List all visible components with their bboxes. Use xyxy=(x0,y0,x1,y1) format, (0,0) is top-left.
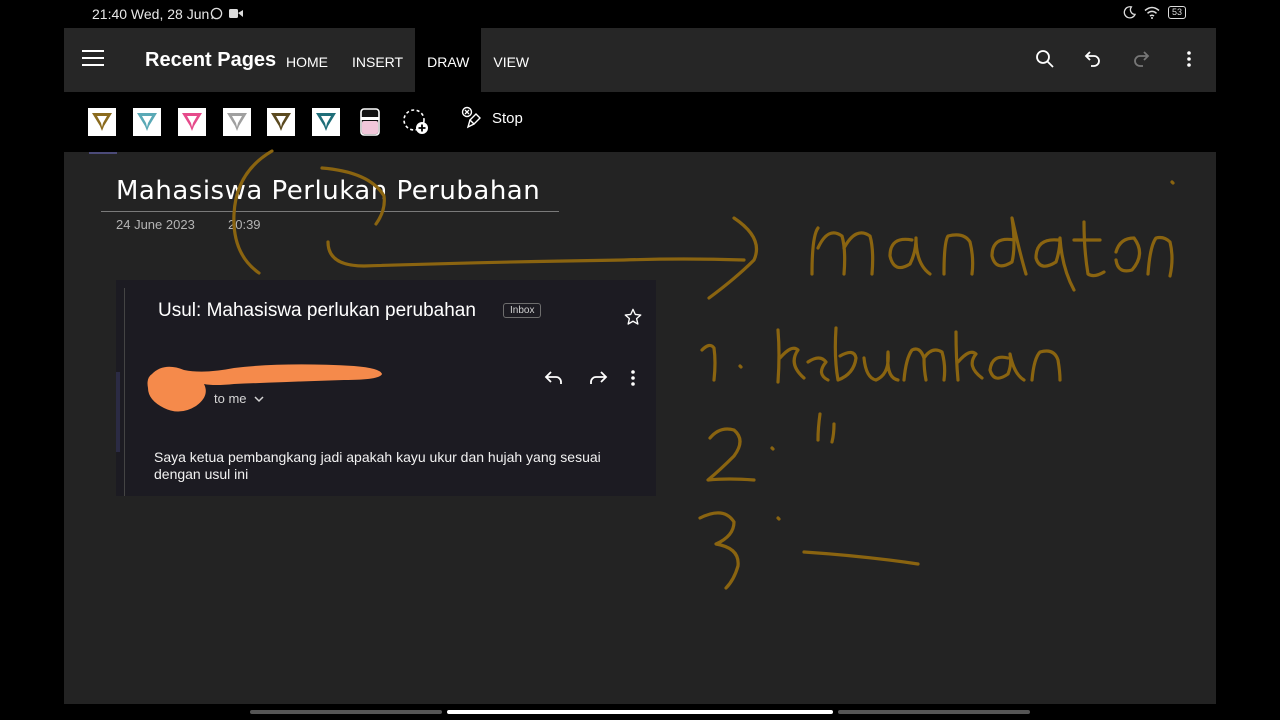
status-time: 21:40 Wed, 28 Jun xyxy=(92,6,210,22)
pen-brown-icon[interactable] xyxy=(88,108,116,136)
whatsapp-icon xyxy=(210,7,223,20)
search-icon[interactable] xyxy=(1032,46,1058,72)
wifi-icon xyxy=(1144,6,1160,19)
reply-icon[interactable] xyxy=(542,366,566,390)
inbox-badge: Inbox xyxy=(503,303,542,318)
lasso-add-icon[interactable] xyxy=(402,108,430,136)
hamburger-menu-icon[interactable] xyxy=(82,50,104,68)
nav-bar-segment-left xyxy=(250,710,442,714)
ink-arrow-head xyxy=(707,216,759,300)
tab-insert[interactable]: INSERT xyxy=(340,28,415,92)
pen-gray-icon[interactable] xyxy=(223,108,251,136)
undo-icon[interactable] xyxy=(1080,46,1106,72)
email-left-edge xyxy=(124,288,125,496)
chevron-down-icon xyxy=(254,396,264,403)
page-date: 24 June 2023 xyxy=(116,217,195,232)
ink-dot xyxy=(1170,180,1175,185)
redo-icon[interactable] xyxy=(1128,46,1154,72)
onenote-app: Recent Pages HOME INSERT DRAW VIEW Stop … xyxy=(64,28,1216,704)
ink-number-3 xyxy=(698,511,740,590)
email-subject: Usul: Mahasiswa perlukan perubahan xyxy=(158,300,476,321)
forward-icon[interactable] xyxy=(586,366,610,390)
top-actions xyxy=(1032,46,1202,72)
stop-label: Stop xyxy=(492,109,523,127)
sender-redaction xyxy=(147,364,382,412)
stop-pen-icon xyxy=(461,106,481,129)
ink-number-2 xyxy=(706,427,756,482)
title-divider xyxy=(101,211,559,212)
status-bar: 21:40 Wed, 28 Jun 53 xyxy=(0,0,1280,28)
pen-dark-brown-icon[interactable] xyxy=(267,108,295,136)
ink-ditto-marks xyxy=(816,412,836,444)
pen-pink-icon[interactable] xyxy=(178,108,206,136)
tab-home[interactable]: HOME xyxy=(274,28,340,92)
recipient-toggle[interactable]: to me xyxy=(214,391,264,406)
email-screenshot[interactable]: Usul: Mahasiswa perlukan perubahan Inbox… xyxy=(116,280,656,496)
email-actions xyxy=(542,366,636,390)
status-icons: 53 xyxy=(1123,6,1186,19)
video-camera-icon xyxy=(229,9,243,18)
pen-teal-icon[interactable] xyxy=(133,108,161,136)
ribbon-tabs: HOME INSERT DRAW VIEW xyxy=(274,28,541,92)
highlighter-icon[interactable] xyxy=(358,107,382,137)
page-title[interactable]: Mahasiswa Perlukan Perubahan xyxy=(116,176,540,206)
app-title: Recent Pages xyxy=(145,49,277,71)
more-options-icon[interactable] xyxy=(1176,46,1202,72)
email-body: Saya ketua pembangkang jadi apakah kayu … xyxy=(154,449,601,482)
top-bar: Recent Pages HOME INSERT DRAW VIEW xyxy=(64,28,1216,92)
home-gesture-bar[interactable] xyxy=(447,710,833,714)
ink-arrow-shaft xyxy=(326,240,746,268)
email-more-icon[interactable] xyxy=(630,366,636,390)
star-icon[interactable] xyxy=(624,308,642,326)
draw-toolbar: Stop xyxy=(64,92,1216,154)
ink-word-mandatori xyxy=(810,216,1174,292)
do-not-disturb-moon-icon xyxy=(1123,6,1136,19)
nav-bar-segment-right xyxy=(838,710,1030,714)
ink-number-3-dot xyxy=(776,516,781,521)
tab-view[interactable]: VIEW xyxy=(481,28,541,92)
ink-dash-line xyxy=(802,550,920,566)
email-left-accent xyxy=(116,372,120,452)
pen-dark-teal-icon[interactable] xyxy=(312,108,340,136)
ink-number-1-dot xyxy=(738,364,743,369)
ink-left-brace xyxy=(232,149,274,275)
ink-word-kebumikan xyxy=(776,326,1062,384)
recipient-label: to me xyxy=(214,391,247,406)
ink-number-2-dot xyxy=(770,446,775,451)
selected-pen-indicator xyxy=(89,152,117,154)
tab-draw[interactable]: DRAW xyxy=(415,28,482,92)
ink-number-1 xyxy=(700,343,717,382)
stop-drawing-button[interactable]: Stop xyxy=(460,106,523,130)
battery-indicator: 53 xyxy=(1167,6,1186,19)
page-time: 20:39 xyxy=(228,217,261,232)
